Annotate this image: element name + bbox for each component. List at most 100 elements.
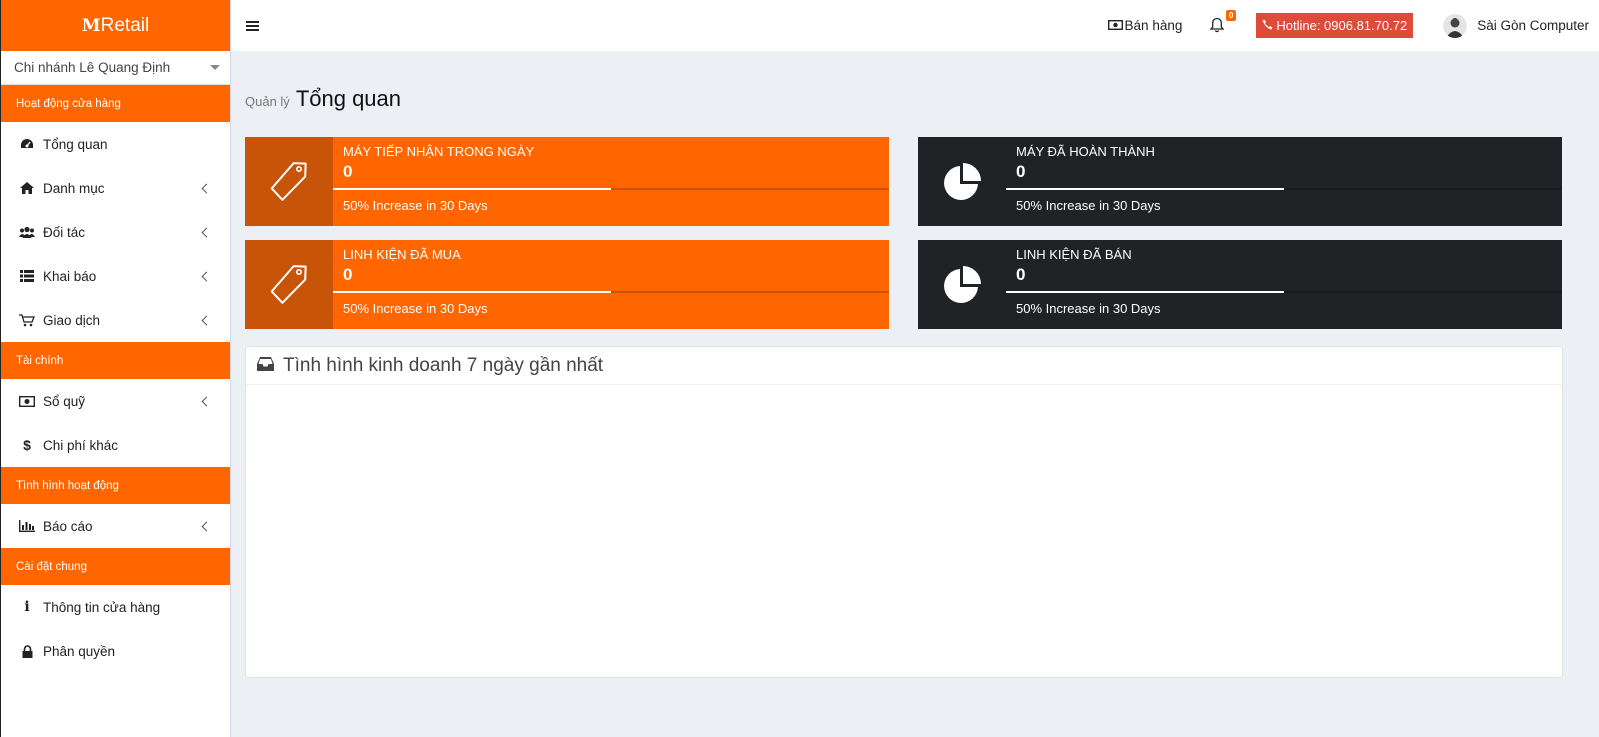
pie-chart-icon bbox=[918, 137, 1006, 226]
sidebar-item-label: Báo cáo bbox=[43, 518, 93, 534]
chevron-left-icon bbox=[201, 227, 212, 237]
stat-progress bbox=[1006, 291, 1562, 293]
sidebar-item-label: Khai báo bbox=[43, 268, 97, 284]
logo-mark: M bbox=[81, 15, 101, 36]
branch-select-value: Chi nhánh Lê Quang Định bbox=[14, 60, 171, 75]
sidebar-item-so-quy[interactable]: Sổ quỹ bbox=[1, 379, 230, 423]
sidebar-item-label: Danh mục bbox=[43, 180, 105, 196]
user-menu[interactable]: Sài Gòn Computer bbox=[1443, 13, 1589, 38]
stat-description: 50% Increase in 30 Days bbox=[343, 301, 488, 316]
menu-section-header: Hoạt động cửa hàng bbox=[1, 85, 230, 122]
stat-title: LINH KIỆN ĐÃ BÁN bbox=[1016, 247, 1132, 262]
list-icon bbox=[19, 269, 35, 283]
info-icon: i bbox=[24, 599, 30, 615]
logo-text: Retail bbox=[100, 14, 150, 36]
stat-description: 50% Increase in 30 Days bbox=[343, 198, 488, 213]
lock-icon bbox=[19, 644, 35, 658]
branch-select[interactable]: Chi nhánh Lê Quang Định bbox=[1, 51, 230, 85]
stat-box-completed[interactable]: MÁY ĐÃ HOÀN THÀNH 0 50% Increase in 30 D… bbox=[918, 137, 1562, 226]
sidebar-item-label: Sổ quỹ bbox=[43, 393, 86, 409]
sales-7-days-panel: Tình hình kinh doanh 7 ngày gần nhất bbox=[245, 346, 1563, 678]
app-logo[interactable]: M Retail bbox=[1, 0, 230, 51]
stat-body: MÁY ĐÃ HOÀN THÀNH 0 50% Increase in 30 D… bbox=[1006, 137, 1562, 226]
sidebar: M Retail Chi nhánh Lê Quang Định Hoạt độn… bbox=[0, 0, 231, 737]
sidebar-item-label: Đối tác bbox=[43, 224, 86, 240]
chevron-left-icon bbox=[201, 521, 212, 531]
sidebar-item-danh-muc[interactable]: Danh mục bbox=[1, 166, 230, 210]
sidebar-item-chi-phi-khac[interactable]: $ Chi phí khác bbox=[1, 423, 230, 467]
stat-progress bbox=[333, 291, 889, 293]
stat-description: 50% Increase in 30 Days bbox=[1016, 198, 1161, 213]
chevron-left-icon bbox=[201, 183, 212, 193]
stat-progress-fill bbox=[333, 291, 611, 293]
hotline-label: Hotline: 0906.81.70.72 bbox=[1276, 18, 1408, 33]
caret-down-icon bbox=[210, 65, 220, 70]
sidebar-item-label: Phân quyền bbox=[43, 643, 116, 659]
sales-label: Bán hàng bbox=[1124, 18, 1183, 33]
sidebar-item-thong-tin-cua-hang[interactable]: i Thông tin cửa hàng bbox=[1, 585, 230, 629]
pie-chart-icon bbox=[918, 240, 1006, 329]
panel-title: Tình hình kinh doanh 7 ngày gần nhất bbox=[283, 354, 604, 376]
notification-badge: 0 bbox=[1225, 9, 1237, 21]
inbox-icon bbox=[257, 357, 274, 374]
main-content: Quản lý Tổng quan MÁY TIẾP NHẬN TRONG NG… bbox=[231, 51, 1599, 737]
sidebar-item-doi-tac[interactable]: Đối tác bbox=[1, 210, 230, 254]
chevron-left-icon bbox=[201, 271, 212, 281]
hotline-button[interactable]: Hotline: 0906.81.70.72 bbox=[1256, 13, 1414, 38]
stat-description: 50% Increase in 30 Days bbox=[1016, 301, 1161, 316]
stat-box-received-today[interactable]: MÁY TIẾP NHẬN TRONG NGÀY 0 50% Increase … bbox=[245, 137, 889, 226]
sidebar-item-khai-bao[interactable]: Khai báo bbox=[1, 254, 230, 298]
users-icon bbox=[19, 225, 35, 239]
stat-body: LINH KIỆN ĐÃ MUA 0 50% Increase in 30 Da… bbox=[333, 240, 889, 329]
sales-link[interactable]: Bán hàng bbox=[1107, 18, 1183, 33]
menu-section-header: Cài đặt chung bbox=[1, 548, 230, 585]
notifications-button[interactable]: 0 bbox=[1209, 9, 1237, 35]
sidebar-item-bao-cao[interactable]: Báo cáo bbox=[1, 504, 230, 548]
tag-icon bbox=[245, 137, 333, 226]
stat-title: LINH KIỆN ĐÃ MUA bbox=[343, 247, 461, 262]
panel-header: Tình hình kinh doanh 7 ngày gần nhất bbox=[246, 347, 1562, 385]
bar-chart-icon bbox=[19, 519, 35, 533]
stat-body: MÁY TIẾP NHẬN TRONG NGÀY 0 50% Increase … bbox=[333, 137, 889, 226]
stat-progress-fill bbox=[333, 188, 611, 190]
home-icon bbox=[19, 181, 35, 195]
sidebar-item-label: Thông tin cửa hàng bbox=[43, 599, 161, 615]
stat-value: 0 bbox=[343, 265, 353, 284]
cart-icon bbox=[19, 313, 35, 327]
sidebar-item-label: Giao dịch bbox=[43, 312, 101, 328]
stat-progress-fill bbox=[1006, 291, 1284, 293]
chevron-left-icon bbox=[201, 396, 212, 406]
stat-box-parts-sold[interactable]: LINH KIỆN ĐÃ BÁN 0 50% Increase in 30 Da… bbox=[918, 240, 1562, 329]
dashboard-icon bbox=[19, 137, 35, 151]
money-icon bbox=[19, 394, 35, 408]
menu-toggle-icon[interactable] bbox=[246, 20, 259, 31]
stat-progress bbox=[333, 188, 889, 190]
sidebar-item-label: Tổng quan bbox=[43, 136, 108, 152]
menu-section-header: Tình hình hoạt động bbox=[1, 467, 230, 504]
stat-value: 0 bbox=[1016, 162, 1026, 181]
chevron-left-icon bbox=[201, 315, 212, 325]
stat-value: 0 bbox=[1016, 265, 1026, 284]
stat-body: LINH KIỆN ĐÃ BÁN 0 50% Increase in 30 Da… bbox=[1006, 240, 1562, 329]
bell-icon bbox=[1209, 17, 1225, 32]
avatar bbox=[1443, 13, 1468, 38]
stat-value: 0 bbox=[343, 162, 353, 181]
stat-progress bbox=[1006, 188, 1562, 190]
stat-progress-fill bbox=[1006, 188, 1284, 190]
sidebar-item-label: Chi phí khác bbox=[43, 437, 119, 453]
stat-box-parts-bought[interactable]: LINH KIỆN ĐÃ MUA 0 50% Increase in 30 Da… bbox=[245, 240, 889, 329]
sidebar-item-tong-quan[interactable]: Tổng quan bbox=[1, 122, 230, 166]
navbar-right: Bán hàng 0 Hotline: 0906.81.70.72 Sài Gò… bbox=[1107, 0, 1599, 51]
top-navbar: Bán hàng 0 Hotline: 0906.81.70.72 Sài Gò… bbox=[231, 0, 1599, 51]
phone-icon bbox=[1262, 18, 1273, 33]
page-title: Tổng quan bbox=[295, 86, 402, 111]
user-name: Sài Gòn Computer bbox=[1477, 18, 1589, 33]
breadcrumb: Quản lý bbox=[245, 94, 290, 109]
sidebar-item-phan-quyen[interactable]: Phân quyền bbox=[1, 629, 230, 673]
menu-section-header: Tài chính bbox=[1, 342, 230, 379]
stat-title: MÁY TIẾP NHẬN TRONG NGÀY bbox=[343, 144, 535, 159]
sidebar-item-giao-dich[interactable]: Giao dịch bbox=[1, 298, 230, 342]
page-heading: Quản lý Tổng quan bbox=[245, 86, 401, 112]
money-icon bbox=[1107, 18, 1123, 33]
stat-title: MÁY ĐÃ HOÀN THÀNH bbox=[1016, 144, 1155, 159]
